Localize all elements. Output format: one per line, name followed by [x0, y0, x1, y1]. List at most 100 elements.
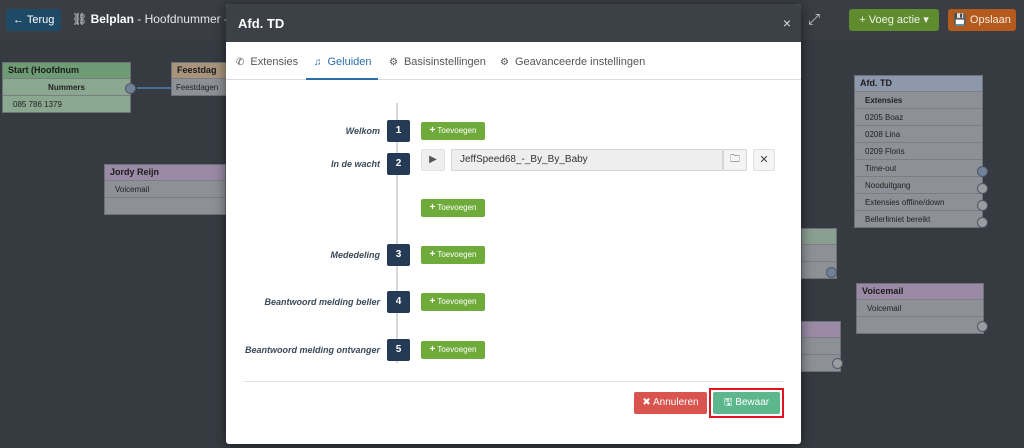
save-label: Bewaar: [735, 397, 770, 408]
floppy-icon: 🖫: [723, 397, 736, 408]
gear-icon: ⚙: [389, 57, 398, 68]
tab-geluiden[interactable]: ♫ Geluiden: [306, 56, 378, 80]
add-label: Toevoegen: [437, 297, 477, 306]
node-title: [802, 229, 836, 244]
node-header: Extensies: [855, 91, 982, 108]
node-row: Voicemail: [105, 180, 225, 197]
sound-label: Welkom: [345, 126, 380, 136]
node-title: Start (Hoofdnum: [3, 63, 130, 78]
tab-label: Geluiden: [327, 56, 372, 68]
sound-row-welkom: Welkom 1 + Toevoegen: [226, 120, 801, 142]
node-number: 085 786 1379: [3, 95, 130, 112]
plus-icon: +: [429, 125, 436, 136]
connector-dot[interactable]: [977, 166, 988, 177]
page-title-bold: Belplan: [90, 12, 134, 26]
add-sound-button[interactable]: + Toevoegen: [421, 246, 485, 264]
save-button[interactable]: 🖫 Bewaar: [713, 392, 780, 414]
tab-label: Basisinstellingen: [403, 56, 486, 68]
gear-icon: ⚙: [500, 57, 509, 68]
footer-divider: [244, 381, 784, 382]
td-node[interactable]: Afd. TD Extensies 0205 Boaz 0208 Lina 02…: [854, 75, 983, 228]
cancel-button[interactable]: ✖ Annuleren: [634, 392, 707, 414]
sound-label: Mededeling: [330, 250, 380, 260]
node-title: Afd. TD: [855, 76, 982, 91]
add-sound-button[interactable]: + Toevoegen: [421, 341, 485, 359]
timeline-line: [396, 103, 398, 363]
highlight-box: 🖫 Bewaar: [709, 388, 784, 418]
sounds-modal: Afd. TD × ✆ Extensies ♫ Geluiden ⚙ Basisins…: [226, 4, 801, 444]
sounds-panel: Welkom 1 + Toevoegen In de wacht 2 ▶ Jeff…: [226, 81, 801, 381]
sound-number-badge: 2: [387, 153, 410, 175]
save-plan-label: Opslaan: [969, 14, 1011, 26]
add-action-button[interactable]: + Voeg actie ▾: [849, 9, 939, 31]
node-row: 0208 Lina: [855, 125, 982, 142]
sound-file-field[interactable]: JeffSpeed68_-_By_By_Baby: [451, 149, 723, 171]
node-header: Nummers: [3, 78, 130, 95]
close-icon: ✖: [642, 397, 653, 408]
tab-extensies[interactable]: ✆ Extensies: [236, 56, 298, 80]
node-title: Jordy Reijn: [105, 165, 225, 180]
modal-tabs: ✆ Extensies ♫ Geluiden ⚙ Basisinstellingen …: [226, 42, 801, 80]
music-icon: ♫: [314, 57, 322, 68]
tab-label: Extensies: [250, 56, 299, 68]
plus-icon: +: [429, 296, 436, 307]
sound-label: In de wacht: [330, 159, 380, 169]
sound-row-melding-beller: Beantwoord melding beller 4 + Toevoegen: [226, 291, 801, 313]
sound-row-mededeling: Mededeling 3 + Toevoegen: [226, 244, 801, 266]
node-title: Feestdag: [172, 63, 226, 78]
holiday-node[interactable]: Feestdag Feestdagen: [171, 62, 227, 96]
start-node[interactable]: Start (Hoofdnum Nummers 085 786 1379: [2, 62, 131, 113]
connector-dot[interactable]: [977, 200, 988, 211]
cancel-label: Annuleren: [653, 397, 699, 408]
node-empty-row: [857, 316, 983, 333]
tab-basisinstellingen[interactable]: ⚙ Basisinstellingen: [389, 56, 486, 80]
voicemail-node[interactable]: Voicemail Voicemail: [856, 283, 984, 334]
modal-title: Afd. TD: [238, 16, 285, 31]
node-empty-row: [105, 197, 225, 214]
add-label: Toevoegen: [437, 203, 477, 212]
tab-geavanceerde-instellingen[interactable]: ⚙ Geavanceerde instellingen: [500, 56, 645, 80]
node-row: 0209 Floris: [855, 142, 982, 159]
phone-icon: ✆: [236, 57, 245, 68]
folder-icon[interactable]: 🗀: [723, 149, 747, 171]
add-sound-button[interactable]: + Toevoegen: [421, 122, 485, 140]
fullscreen-icon[interactable]: ⤢: [808, 11, 820, 28]
connector-dot[interactable]: [977, 217, 988, 228]
sound-label: Beantwoord melding ontvanger: [244, 345, 380, 355]
add-label: Toevoegen: [437, 345, 477, 354]
plus-icon: +: [429, 202, 436, 213]
node-row: Feestdagen: [172, 78, 226, 95]
connector-dot[interactable]: [826, 267, 837, 278]
sitemap-icon: ⛓: [72, 12, 91, 26]
jordy-node[interactable]: Jordy Reijn Voicemail: [104, 164, 226, 215]
node-row: 0205 Boaz: [855, 108, 982, 125]
sound-row-melding-ontvanger: Beantwoord melding ontvanger 5 + Toevoege…: [226, 339, 801, 361]
connector-dot[interactable]: [977, 321, 988, 332]
sound-number-badge: 5: [387, 339, 410, 361]
add-label: Toevoegen: [437, 250, 477, 259]
node-row: Bellerlimiet bereikt: [855, 210, 982, 227]
connector-dot[interactable]: [977, 183, 988, 194]
remove-file-button[interactable]: ✕: [753, 149, 775, 171]
node-title: Voicemail: [857, 284, 983, 299]
node-title: [802, 322, 840, 337]
connector-dot[interactable]: [125, 83, 136, 94]
play-button[interactable]: ▶: [421, 149, 445, 171]
node-row: Voicemail: [857, 299, 983, 316]
sound-number-badge: 3: [387, 244, 410, 266]
sound-number-badge: 1: [387, 120, 410, 142]
add-sound-button[interactable]: + Toevoegen: [421, 199, 485, 217]
tab-label: Geavanceerde instellingen: [514, 56, 646, 68]
add-label: Toevoegen: [437, 126, 477, 135]
flow-edge: [137, 87, 171, 89]
node-row: Nooduitgang: [855, 176, 982, 193]
page-title: ⛓ Belplan - Hoofdnummer - 085: [72, 12, 251, 26]
node-row: Extensies offline/down: [855, 193, 982, 210]
back-button[interactable]: ← Terug: [6, 9, 62, 31]
connector-dot[interactable]: [832, 358, 843, 369]
plus-icon: +: [429, 344, 436, 355]
save-plan-button[interactable]: 💾 Opslaan: [948, 9, 1016, 31]
plus-icon: +: [429, 249, 436, 260]
close-icon[interactable]: ×: [783, 15, 791, 31]
add-sound-button[interactable]: + Toevoegen: [421, 293, 485, 311]
